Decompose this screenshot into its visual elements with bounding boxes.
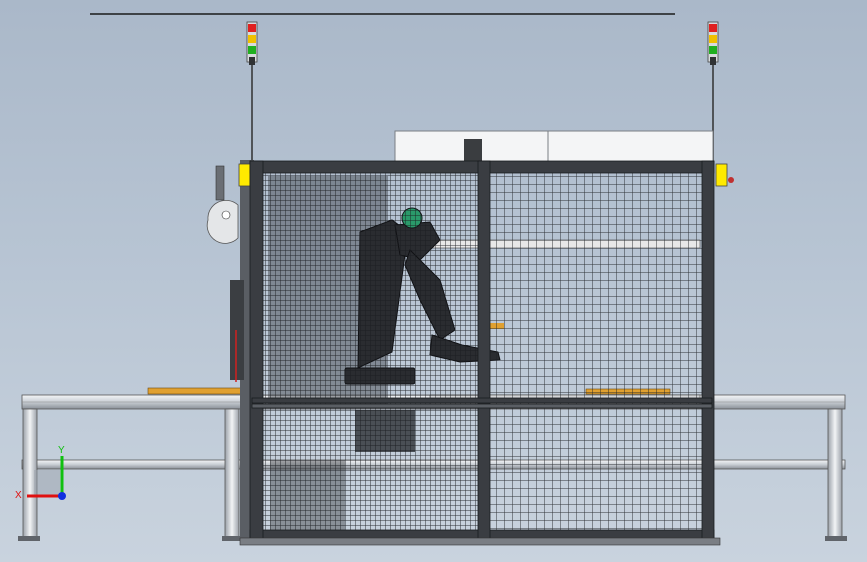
x-axis-label: X bbox=[15, 490, 22, 501]
stack-light-left bbox=[246, 21, 258, 162]
y-axis-label: Y bbox=[58, 445, 65, 456]
light-curtain-left bbox=[238, 163, 251, 187]
base-plate bbox=[239, 537, 721, 546]
rear-cabinet bbox=[394, 130, 714, 166]
cad-viewport[interactable]: Y X bbox=[0, 0, 867, 562]
light-curtain-right bbox=[715, 163, 728, 187]
